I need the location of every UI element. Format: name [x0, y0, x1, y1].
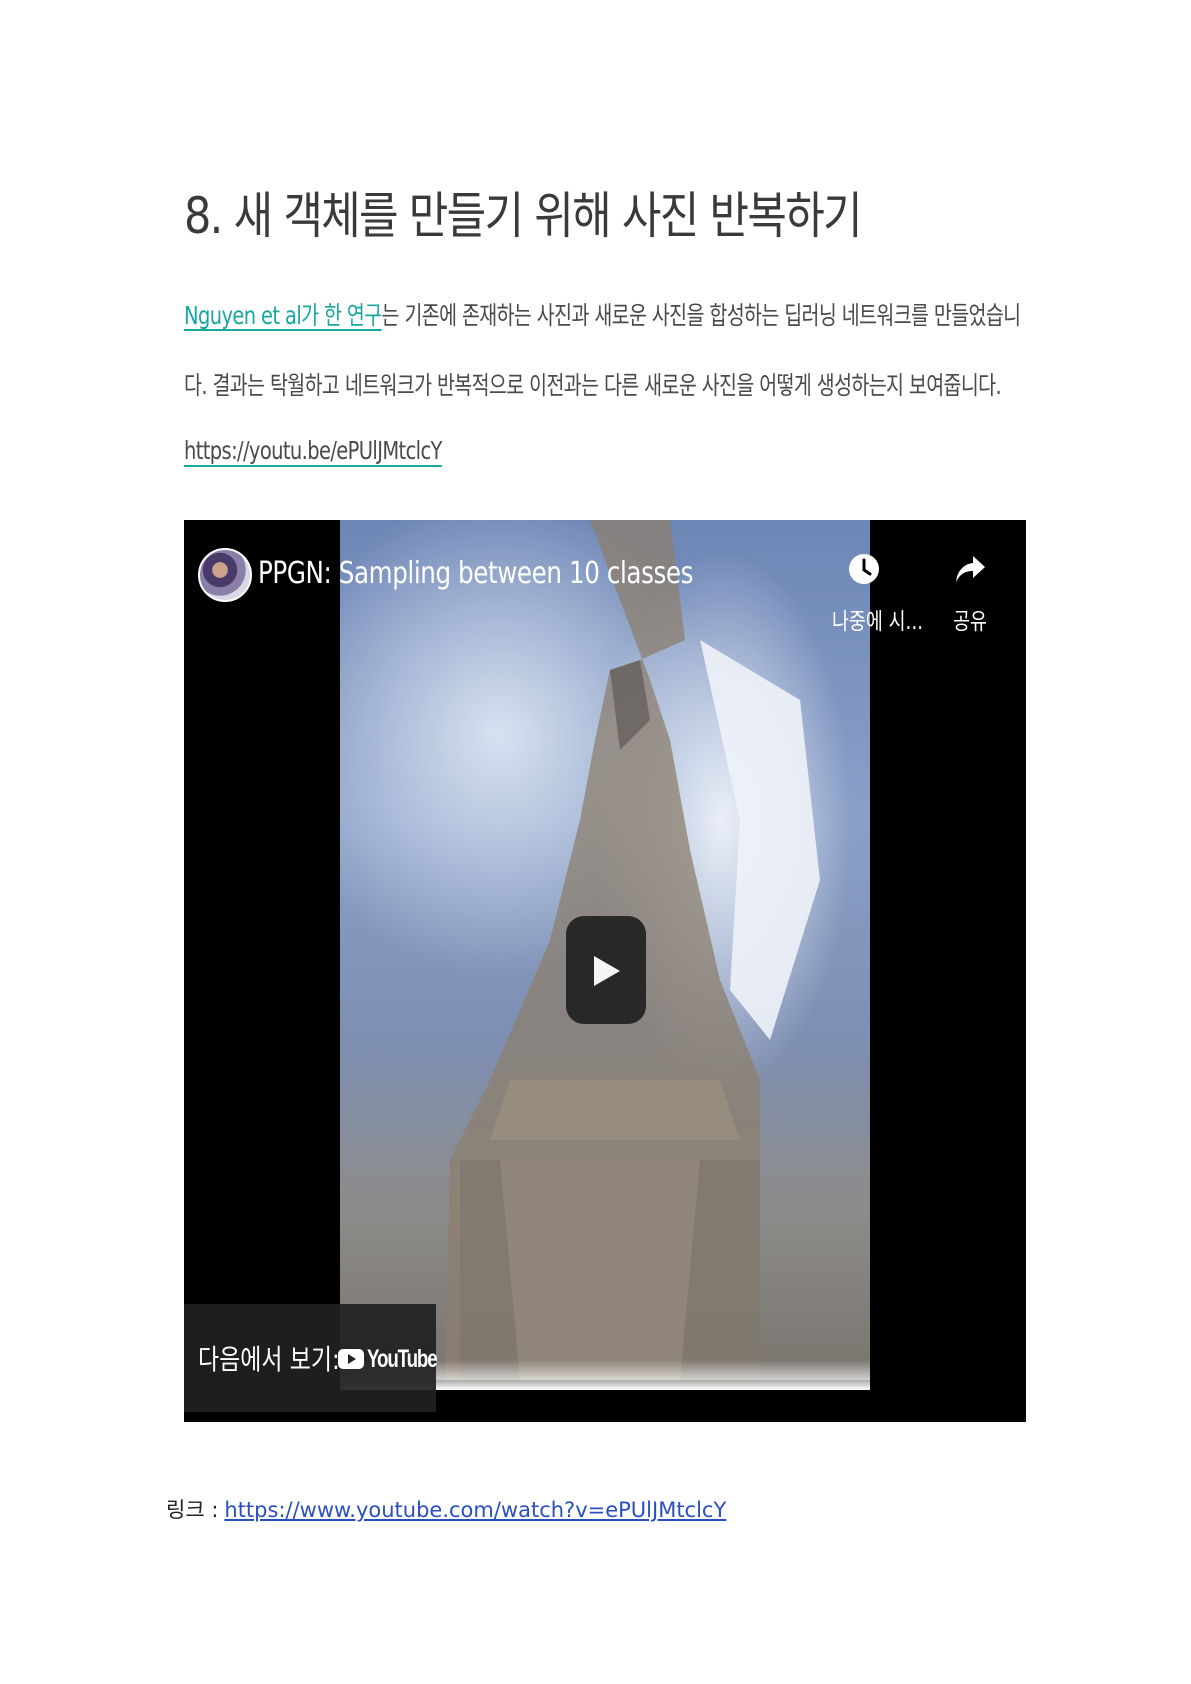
share-arrow-icon	[956, 556, 985, 582]
channel-avatar[interactable]	[198, 548, 252, 602]
footer-link-line: 링크 : https://www.youtube.com/watch?v=ePUl…	[166, 1494, 726, 1524]
youtube-wordmark: YouTube	[367, 1344, 438, 1373]
paragraph-line-1-text: 는 기존에 존재하는 사진과 새로운 사진을 합성하는 딥러닝 네트워크를 만들…	[381, 301, 1022, 330]
footer-video-url[interactable]: https://www.youtube.com/watch?v=ePUlJMtc…	[224, 1498, 726, 1522]
watch-later-label: 나중에 시...	[832, 609, 924, 635]
video-title[interactable]: PPGN: Sampling between 10 classes	[258, 556, 693, 591]
clock-icon	[849, 554, 879, 584]
research-link[interactable]: Nguyen et al가 한 연구	[184, 301, 382, 330]
share-label: 공유	[953, 609, 987, 635]
footer-link-label: 링크 :	[166, 1498, 219, 1522]
paragraph-line-1: Nguyen et al가 한 연구는 기존에 존재하는 사진과 새로운 사진을…	[184, 296, 1022, 332]
share-button[interactable]: 공유	[930, 552, 1010, 636]
short-video-url[interactable]: https://youtu.be/ePUlJMtclcY	[184, 436, 442, 465]
play-icon	[594, 956, 620, 986]
youtube-embed[interactable]: PPGN: Sampling between 10 classes 나중에 시.…	[184, 520, 1026, 1422]
youtube-play-icon	[338, 1349, 364, 1369]
youtube-logo: YouTube	[338, 1342, 460, 1376]
paragraph-line-2: 다. 결과는 탁월하고 네트워크가 반복적으로 이전과는 다른 새로운 사진을 …	[184, 371, 1002, 400]
play-button[interactable]	[566, 916, 646, 1024]
watch-on-label: 다음에서 보기:	[198, 1343, 340, 1376]
section-heading: 8. 새 객체를 만들기 위해 사진 반복하기	[184, 187, 863, 245]
watch-later-button[interactable]: 나중에 시...	[824, 552, 924, 636]
watch-on-youtube[interactable]: 다음에서 보기: YouTube	[184, 1304, 438, 1412]
